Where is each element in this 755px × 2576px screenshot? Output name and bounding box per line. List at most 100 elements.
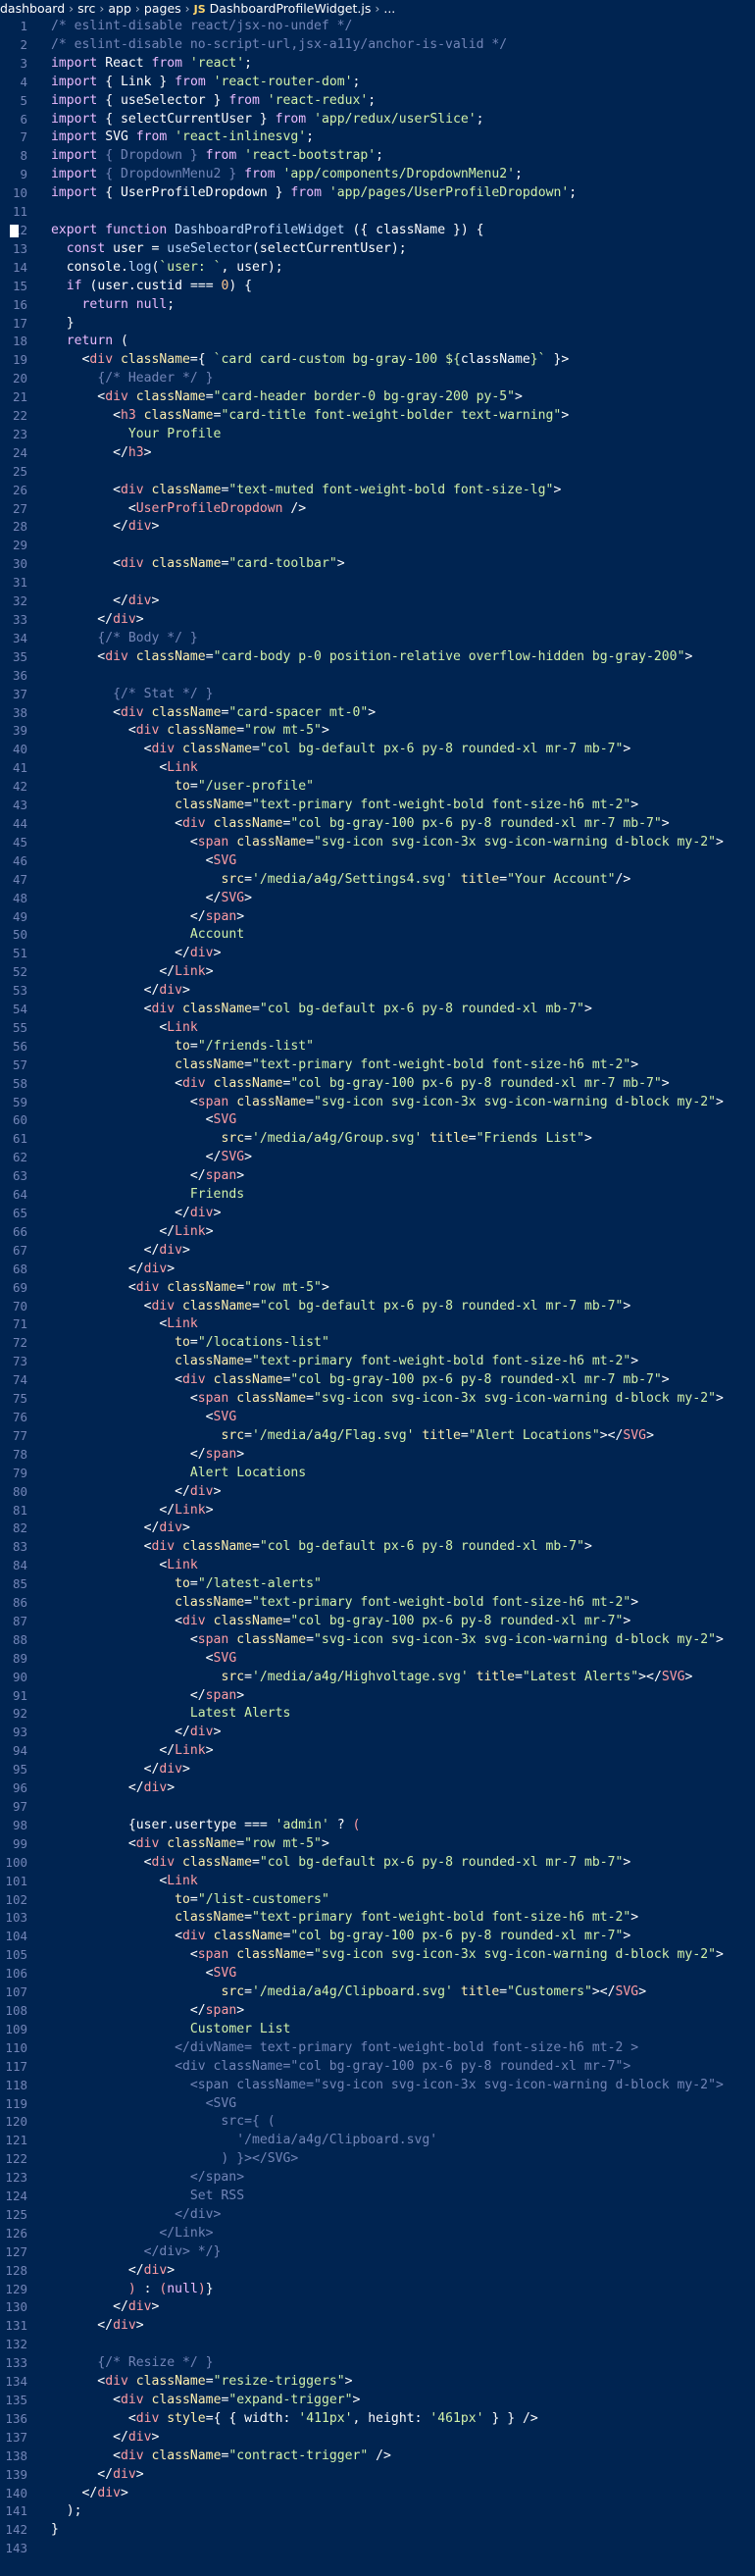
code-line[interactable]: 53 </div> (0, 982, 755, 1001)
code-line[interactable]: 79 Alert Locations (0, 1465, 755, 1483)
code-line[interactable]: 81 </Link> (0, 1502, 755, 1520)
code-line[interactable]: 127 </div> */} (0, 2243, 755, 2262)
code-line[interactable]: 68 </div> (0, 1261, 755, 1279)
code-line[interactable]: 40 <div className="col bg-default px-6 p… (0, 741, 755, 759)
code-line[interactable]: 87 <div className="col bg-gray-100 px-6 … (0, 1613, 755, 1631)
code-line[interactable]: 8 import { Dropdown } from 'react-bootstr… (0, 147, 755, 166)
code-line[interactable]: 140 </div> (0, 2485, 755, 2503)
code-line[interactable]: 5 import { useSelector } from 'react-redu… (0, 92, 755, 111)
code-line[interactable]: 13 const user = useSelector(selectCurren… (0, 240, 755, 259)
code-line[interactable]: 84 <Link (0, 1557, 755, 1575)
code-line[interactable]: 23 Your Profile (0, 426, 755, 444)
code-line[interactable]: 129 ) : (null)} (0, 2281, 755, 2299)
code-line[interactable]: 26 <div className="text-muted font-weigh… (0, 482, 755, 500)
code-line[interactable]: 123 </span> (0, 2169, 755, 2188)
code-line[interactable]: 121 '/media/a4g/Clipboard.svg' (0, 2132, 755, 2150)
code-line[interactable]: 1 /* eslint-disable react/jsx-no-undef */ (0, 18, 755, 36)
code-line[interactable]: 34 {/* Body */ } (0, 630, 755, 648)
code-line[interactable]: 93 </div> (0, 1724, 755, 1742)
code-line[interactable]: 77 src='/media/a4g/Flag.svg' title="Aler… (0, 1427, 755, 1446)
code-line[interactable]: 65 </div> (0, 1205, 755, 1223)
code-line[interactable]: 70 <div className="col bg-default px-6 p… (0, 1298, 755, 1316)
code-line[interactable]: 50 Account (0, 926, 755, 945)
code-editor[interactable]: 1 /* eslint-disable react/jsx-no-undef */… (0, 18, 755, 2558)
code-line[interactable]: 108 </span> (0, 2002, 755, 2021)
code-line[interactable]: 106 <SVG (0, 1965, 755, 1984)
code-line[interactable]: 60 <SVG (0, 1111, 755, 1130)
code-line[interactable]: 85 to="/latest-alerts" (0, 1575, 755, 1594)
code-line[interactable]: 88 <span className="svg-icon svg-icon-3x… (0, 1631, 755, 1650)
code-line[interactable]: 44 <div className="col bg-gray-100 px-6 … (0, 815, 755, 834)
code-line[interactable]: 16 return null; (0, 296, 755, 315)
code-line[interactable]: 83 <div className="col bg-default px-6 p… (0, 1538, 755, 1557)
code-line[interactable]: 118 <span className="svg-icon svg-icon-3… (0, 2077, 755, 2095)
code-line[interactable]: 4 import { Link } from 'react-router-dom'… (0, 74, 755, 92)
code-line[interactable]: 82 </div> (0, 1520, 755, 1538)
code-line[interactable]: 67 </div> (0, 1242, 755, 1261)
code-line[interactable]: 102 to="/list-customers" (0, 1891, 755, 1910)
code-line[interactable]: 130 </div> (0, 2298, 755, 2317)
code-line[interactable]: 90 src='/media/a4g/Highvoltage.svg' titl… (0, 1669, 755, 1687)
code-line[interactable]: 17 } (0, 315, 755, 334)
code-line[interactable]: 107 src='/media/a4g/Clipboard.svg' title… (0, 1984, 755, 2002)
code-line[interactable]: 21 <div className="card-header border-0 … (0, 388, 755, 407)
code-line[interactable]: 117 <div className="col bg-gray-100 px-6… (0, 2058, 755, 2077)
code-line[interactable]: 76 <SVG (0, 1409, 755, 1427)
code-line[interactable]: 45 <span className="svg-icon svg-icon-3x… (0, 834, 755, 852)
code-line[interactable]: 25 (0, 463, 755, 482)
code-line[interactable]: 99 <div className="row mt-5"> (0, 1835, 755, 1854)
code-line[interactable]: 97 (0, 1798, 755, 1817)
code-line[interactable]: 138 <div className="contract-trigger" /> (0, 2447, 755, 2466)
code-line[interactable]: 35 <div className="card-body p-0 positio… (0, 648, 755, 667)
code-line[interactable]: 101 <Link (0, 1873, 755, 1891)
code-line[interactable]: 109 Customer List (0, 2021, 755, 2039)
code-line[interactable]: 73 className="text-primary font-weight-b… (0, 1353, 755, 1371)
code-line[interactable]: 139 </div> (0, 2466, 755, 2485)
code-line[interactable]: 47 src='/media/a4g/Settings4.svg' title=… (0, 871, 755, 890)
code-line[interactable]: 63 </span> (0, 1167, 755, 1186)
code-line[interactable]: 51 </div> (0, 945, 755, 963)
code-line[interactable]: 110 </divName= text-primary font-weight-… (0, 2039, 755, 2058)
code-line[interactable]: 56 to="/friends-list" (0, 1038, 755, 1056)
code-line[interactable]: 135 <div className="expand-trigger"> (0, 2392, 755, 2410)
code-line[interactable]: 62 </SVG> (0, 1149, 755, 1167)
code-line[interactable]: 124 Set RSS (0, 2188, 755, 2206)
code-line[interactable]: 98 {user.usertype === 'admin' ? ( (0, 1817, 755, 1835)
code-line[interactable]: 3 import React from 'react'; (0, 55, 755, 74)
code-line[interactable]: 75 <span className="svg-icon svg-icon-3x… (0, 1390, 755, 1409)
code-line[interactable]: 131 </div> (0, 2317, 755, 2336)
code-line[interactable]: 86 className="text-primary font-weight-b… (0, 1594, 755, 1613)
code-line[interactable]: 64 Friends (0, 1186, 755, 1205)
code-line[interactable]: 19 <div className={ `card card-custom bg… (0, 351, 755, 370)
code-line[interactable]: 91 </span> (0, 1687, 755, 1706)
code-line[interactable]: 137 </div> (0, 2429, 755, 2447)
code-line[interactable]: 74 <div className="col bg-gray-100 px-6 … (0, 1371, 755, 1390)
code-line[interactable]: 42 to="/user-profile" (0, 778, 755, 797)
code-line[interactable]: 28 </div> (0, 518, 755, 537)
code-line[interactable]: 41 <Link (0, 759, 755, 778)
code-line[interactable]: 20 {/* Header */ } (0, 370, 755, 388)
breadcrumb-segment-src[interactable]: src (77, 1, 95, 16)
code-line[interactable]: 69 <div className="row mt-5"> (0, 1279, 755, 1298)
code-line[interactable]: 9 import { DropdownMenu2 } from 'app/comp… (0, 166, 755, 184)
code-line[interactable]: 36 (0, 667, 755, 686)
code-line[interactable]: 125 </div> (0, 2206, 755, 2225)
code-line[interactable]: 46 <SVG (0, 852, 755, 871)
code-line[interactable]: 122 ) }></SVG> (0, 2150, 755, 2169)
code-line[interactable]: 30 <div className="card-toolbar"> (0, 555, 755, 574)
code-line[interactable]: 61 src='/media/a4g/Group.svg' title="Fri… (0, 1130, 755, 1149)
code-line[interactable]: 54 <div className="col bg-default px-6 p… (0, 1001, 755, 1019)
code-line[interactable]: 48 </SVG> (0, 890, 755, 908)
code-line[interactable]: 71 <Link (0, 1315, 755, 1334)
code-line[interactable]: 27 <UserProfileDropdown /> (0, 500, 755, 519)
code-line[interactable]: 142} (0, 2521, 755, 2540)
code-line[interactable]: 104 <div className="col bg-gray-100 px-6… (0, 1928, 755, 1946)
breadcrumb-segment-pages[interactable]: pages (144, 1, 181, 16)
code-line[interactable]: 12 export function DashboardProfileWidget… (0, 222, 755, 240)
code-line[interactable]: 55 <Link (0, 1019, 755, 1038)
code-line[interactable]: 24 </h3> (0, 444, 755, 463)
code-line[interactable]: 94 </Link> (0, 1742, 755, 1761)
code-line[interactable]: 33 </div> (0, 611, 755, 630)
code-line[interactable]: 52 </Link> (0, 963, 755, 982)
code-line[interactable]: 31 (0, 574, 755, 592)
